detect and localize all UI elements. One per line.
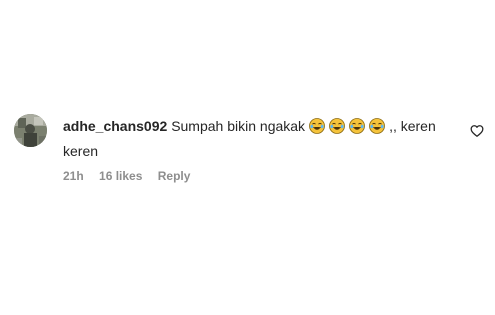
emoji-group [309, 118, 389, 140]
face-with-tears-of-joy-icon [349, 118, 365, 134]
comment-timestamp[interactable]: 21h [63, 169, 84, 183]
comment-text-start: Sumpah bikin ngakak [171, 118, 306, 134]
heart-outline-icon[interactable] [470, 124, 484, 138]
comment-meta: 21h 16 likes Reply [63, 169, 190, 183]
comment-body: adhe_chans092 Sumpah bikin ngakak,, kere… [63, 115, 453, 162]
avatar[interactable] [14, 114, 47, 147]
face-with-tears-of-joy-icon [329, 118, 345, 134]
comment-like-count[interactable]: 16 likes [99, 169, 142, 183]
face-with-tears-of-joy-icon [309, 118, 325, 134]
face-with-tears-of-joy-icon [369, 118, 385, 134]
comment-username[interactable]: adhe_chans092 [63, 118, 167, 134]
reply-button[interactable]: Reply [158, 169, 191, 183]
